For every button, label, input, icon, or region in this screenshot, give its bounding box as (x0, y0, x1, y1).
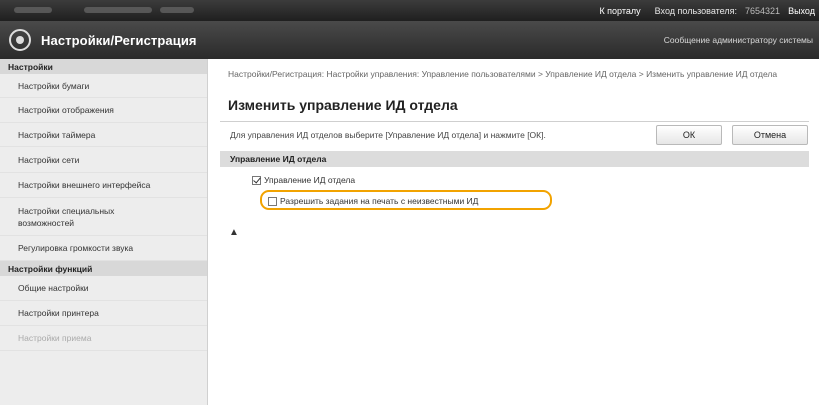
portal-link[interactable]: К порталу (599, 6, 640, 16)
logout-link[interactable]: Выход (788, 6, 815, 16)
settings-logo-icon (9, 29, 31, 51)
sidebar-item-common-settings[interactable]: Общие настройки (0, 276, 207, 301)
blurred-text (160, 7, 194, 13)
sidebar-item-display-settings[interactable]: Настройки отображения (0, 98, 207, 123)
back-to-top-icon[interactable]: ▲ (229, 227, 239, 238)
user-id: 7654321 (745, 5, 781, 16)
dept-id-management-label: Управление ИД отдела (264, 175, 356, 185)
section-header: Управление ИД отдела (220, 151, 809, 167)
ok-button[interactable]: ОК (656, 125, 722, 145)
sidebar-item-label: Настройки специальных возможностей (18, 205, 115, 228)
sidebar: Настройки Настройки бумаги Настройки ото… (0, 59, 208, 405)
sidebar-item-volume-settings[interactable]: Регулировка громкости звука (0, 236, 207, 261)
allow-unknown-id-jobs-label: Разрешить задания на печать с неизвестны… (280, 196, 479, 206)
sidebar-item-printer-settings[interactable]: Настройки принтера (0, 301, 207, 326)
top-bar: К порталу Вход пользователя: 7654321 Вых… (0, 0, 819, 21)
dept-id-management-checkbox[interactable] (252, 175, 261, 185)
sidebar-item-receive-settings[interactable]: Настройки приема (0, 326, 207, 351)
sidebar-group-function-settings: Настройки функций (0, 261, 207, 276)
sidebar-item-accessibility-settings[interactable]: Настройки специальных возможностей (0, 198, 207, 236)
sidebar-item-timer-settings[interactable]: Настройки таймера (0, 123, 207, 147)
title-bar: Настройки/Регистрация Сообщение админист… (0, 21, 819, 59)
instruction-row: Для управления ИД отделов выберите [Упра… (220, 121, 809, 147)
admin-message-link[interactable]: Сообщение администратору системы (664, 35, 813, 45)
instruction-text: Для управления ИД отделов выберите [Упра… (230, 129, 546, 140)
sidebar-item-paper-settings[interactable]: Настройки бумаги (0, 74, 207, 98)
main-content: Настройки/Регистрация: Настройки управле… (220, 59, 815, 405)
allow-unknown-id-jobs-option[interactable]: Разрешить задания на печать с неизвестны… (268, 196, 478, 206)
allow-unknown-id-jobs-checkbox[interactable] (268, 196, 277, 206)
blurred-text (84, 7, 152, 13)
sidebar-item-network-settings[interactable]: Настройки сети (0, 147, 207, 173)
login-label: Вход пользователя: (654, 5, 738, 16)
page-title: Изменить управление ИД отдела (228, 97, 458, 113)
sidebar-item-external-interface-settings[interactable]: Настройки внешнего интерфейса (0, 173, 207, 198)
app-title: Настройки/Регистрация (41, 32, 197, 48)
blurred-text (14, 7, 52, 13)
breadcrumb: Настройки/Регистрация: Настройки управле… (228, 69, 778, 79)
cancel-button[interactable]: Отмена (732, 125, 808, 145)
sidebar-group-settings: Настройки (0, 59, 207, 74)
dept-id-management-option[interactable]: Управление ИД отдела (252, 175, 355, 185)
